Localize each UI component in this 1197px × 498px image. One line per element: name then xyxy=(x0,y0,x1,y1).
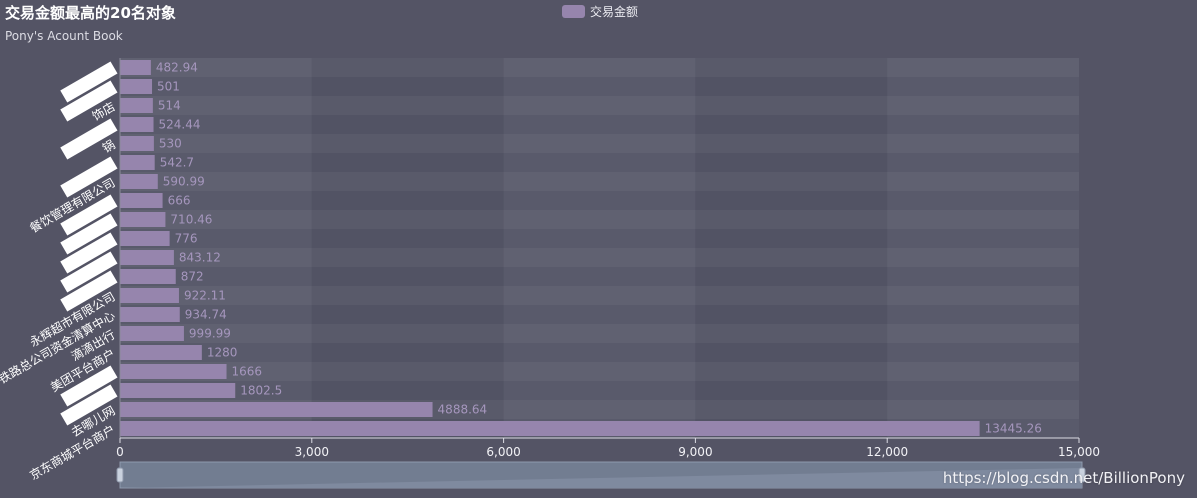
bar-value-label: 524.44 xyxy=(159,118,201,132)
zoom-window xyxy=(120,462,1082,488)
bar xyxy=(120,402,433,417)
bar-value-label: 934.74 xyxy=(185,308,227,322)
x-tick-label: 6,000 xyxy=(486,445,520,459)
bar xyxy=(120,421,980,436)
bar xyxy=(120,307,180,322)
grid-row xyxy=(120,248,1079,267)
bar-value-label: 710.46 xyxy=(170,213,212,227)
bar xyxy=(120,326,184,341)
bar xyxy=(120,250,174,265)
category-labels: 饰店锅餐饮管理有限公司永辉超市有限公司铁路总公司资金清算中心滴滴出行美团平台商户… xyxy=(0,61,118,483)
bar-value-label: 1666 xyxy=(232,365,263,379)
grid-row xyxy=(120,324,1079,343)
bar xyxy=(120,288,179,303)
bar xyxy=(120,364,227,379)
bar xyxy=(120,269,176,284)
category-label-group: 锅 xyxy=(100,137,118,156)
bar-value-label: 872 xyxy=(181,270,204,284)
grid-row xyxy=(120,96,1079,115)
bar-value-label: 1280 xyxy=(207,346,238,360)
bar-value-label: 501 xyxy=(157,80,180,94)
bar-value-label: 666 xyxy=(168,194,191,208)
bar xyxy=(120,212,166,227)
zoom-handle-start[interactable] xyxy=(116,467,124,483)
grid-row xyxy=(120,172,1079,191)
bar-value-label: 4888.64 xyxy=(438,403,488,417)
bar xyxy=(120,98,153,113)
bar-value-label: 1802.5 xyxy=(240,384,282,398)
x-tick-label: 12,000 xyxy=(866,445,908,459)
bar-chart: 482.94 501 514 524.44 530 542.7 590.99 666 710.4… xyxy=(0,58,1100,489)
x-tick-label: 0 xyxy=(116,445,124,459)
bar xyxy=(120,155,155,170)
x-tick-label: 15,000 xyxy=(1058,445,1100,459)
watermark: https://blog.csdn.net/BillionPony xyxy=(942,469,1185,487)
bar-value-label: 999.99 xyxy=(189,327,231,341)
grid-row xyxy=(120,134,1079,153)
bar-value-label: 13445.26 xyxy=(985,422,1042,436)
bar xyxy=(120,231,170,246)
grid-bands xyxy=(120,58,1079,438)
bar-value-label: 776 xyxy=(175,232,198,246)
bar xyxy=(120,117,154,132)
bar-value-label: 843.12 xyxy=(179,251,221,265)
data-zoom-slider xyxy=(116,461,1086,489)
bar-value-label: 514 xyxy=(158,99,181,113)
bar xyxy=(120,383,236,398)
x-tick-label: 9,000 xyxy=(678,445,712,459)
grid-row xyxy=(120,286,1079,305)
grid-row xyxy=(120,210,1079,229)
bar-value-label: 482.94 xyxy=(156,61,198,75)
category-label: 锅 xyxy=(100,137,118,156)
bar xyxy=(120,79,153,94)
bar xyxy=(120,174,158,189)
bar xyxy=(120,60,151,75)
bar xyxy=(120,345,202,360)
grid-row xyxy=(120,362,1079,381)
bar-value-label: 922.11 xyxy=(184,289,226,303)
bar xyxy=(120,193,163,208)
bar-value-label: 530 xyxy=(159,137,182,151)
grid-row xyxy=(120,58,1079,77)
x-tick-label: 3,000 xyxy=(295,445,329,459)
bar-value-label: 542.7 xyxy=(160,156,194,170)
bar-value-label: 590.99 xyxy=(163,175,205,189)
bar xyxy=(120,136,154,151)
